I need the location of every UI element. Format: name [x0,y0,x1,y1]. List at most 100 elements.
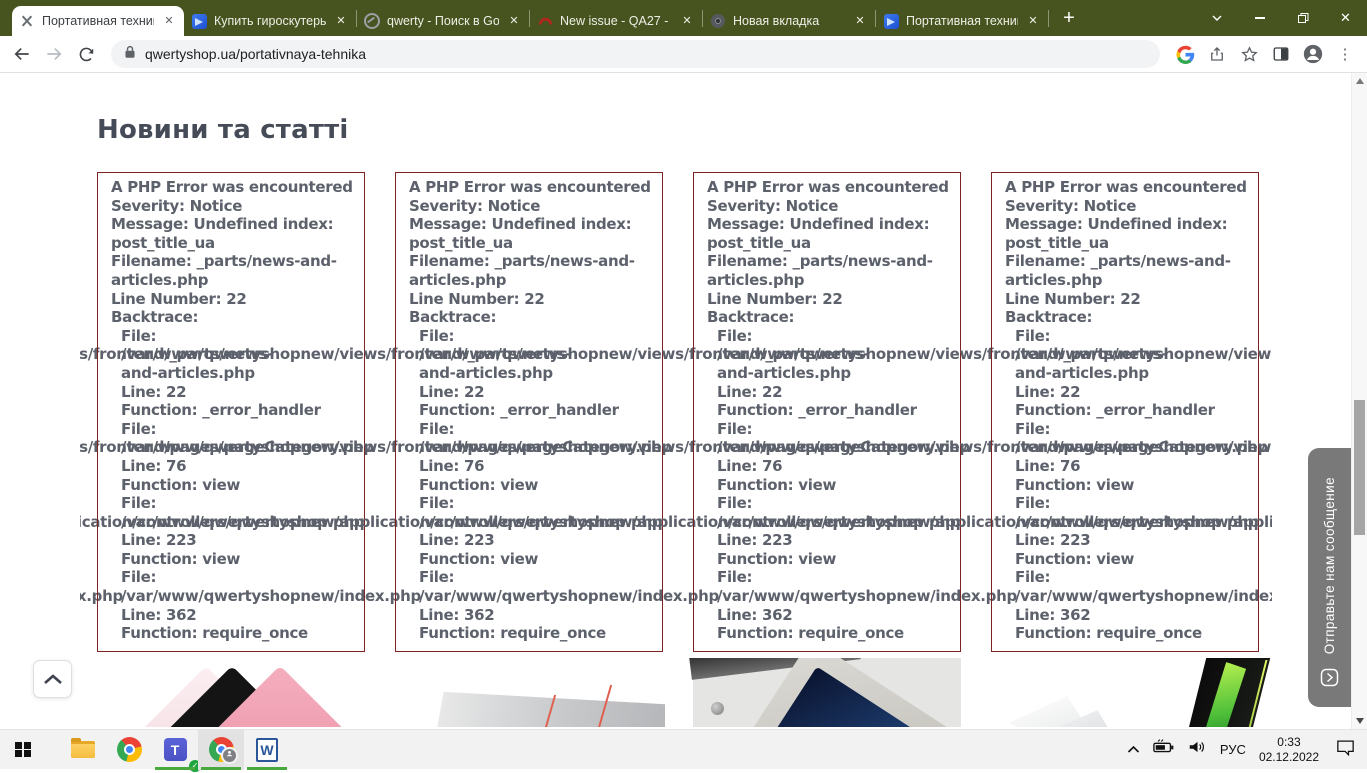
scroll-to-top-button[interactable] [33,660,72,698]
error-line: Line: 76 [121,456,187,475]
windows-logo-icon [15,741,31,758]
start-button[interactable] [0,730,46,770]
clock-time: 0:33 [1277,735,1301,749]
error-line: A PHP Error was encountered [707,178,949,196]
error-card: A PHP Error was encountered Severity: Not… [97,172,672,652]
file-explorer-button[interactable] [60,730,106,770]
error-line: Message: Undefined index: post_title_ua [707,215,930,252]
news-slider-track: A PHP Error was encountered Severity: Not… [80,172,1272,652]
battery-icon[interactable] [1153,739,1175,760]
news-slider-viewport: A PHP Error was encountered Severity: Not… [80,172,1272,652]
teams-button[interactable]: T ✓ [152,730,202,773]
profile-avatar[interactable] [1300,41,1326,67]
browser-toolbar: qwertyshop.ua/portativnaya-tehnika ⋮ [0,36,1367,73]
tab-qwerty-search[interactable]: qwerty - Поиск в Goo ✕ [357,6,529,36]
running-indicator [201,766,241,770]
tab-close-icon[interactable]: ✕ [679,13,695,29]
system-tray: РУС 0:33 02.12.2022 [1127,735,1367,764]
error-line: A PHP Error was encountered [1005,178,1247,196]
teams-icon: T [163,738,187,761]
product-image-ssd-drive[interactable] [689,658,977,727]
address-bar[interactable]: qwertyshop.ua/portativnaya-tehnika [111,40,1160,68]
action-center-icon[interactable] [1336,739,1355,761]
error-line: Line Number: 22 [111,289,247,308]
share-icon[interactable] [1204,41,1230,67]
products-track [80,658,1272,727]
tab-close-icon[interactable]: ✕ [161,13,177,29]
error-line: Line: 76 [1015,456,1081,475]
tab-search-chevron-icon[interactable] [1195,0,1238,36]
close-window-button[interactable]: ✕ [1324,0,1367,36]
new-tab-button[interactable]: + [1055,4,1083,32]
error-line: File: /var/www/qwertyshopnew/application… [121,494,663,531]
language-indicator[interactable]: РУС [1220,742,1246,757]
google-g-icon[interactable] [1172,41,1198,67]
qwertyshop-logo-icon [19,13,35,29]
error-line: Line: 22 [419,382,485,401]
tab-title: Купить гироскутеры в [214,14,326,28]
error-line: Function: view [717,475,837,494]
folder-icon [71,738,95,758]
side-panel-icon[interactable] [1268,41,1294,67]
error-line: Line: 223 [1015,531,1091,550]
error-line: Severity: Notice [111,196,243,215]
page-content: Новини та статті A PHP Error was encount… [0,73,1367,729]
back-button[interactable] [9,41,35,67]
word-button[interactable]: W [244,730,290,770]
product-image-silver-laptop[interactable] [395,658,665,727]
error-line: Line: 22 [121,382,187,401]
error-line: File: /var/www/qwertyshopnew/views/front… [1015,326,1272,382]
scrollbar-up-arrow-icon[interactable] [1356,78,1364,84]
error-line: Function: require_once [717,624,904,643]
bookmark-star-icon[interactable] [1236,41,1262,67]
error-card: A PHP Error was encountered Severity: Not… [991,172,1272,652]
error-line: Backtrace: [409,308,497,327]
forward-button[interactable] [41,41,67,67]
reload-button[interactable] [73,41,99,67]
error-line: File: /var/www/qwertyshopnew/views/front… [419,419,970,457]
error-line: Line: 362 [121,605,197,624]
error-line: Function: require_once [1015,624,1202,643]
tab-title: Новая вкладка [733,14,820,28]
tab-novaya-vkladka[interactable]: Новая вкладка ✕ [703,6,875,36]
redmine-arc-icon [537,13,553,29]
error-line: Function: _error_handler [717,401,917,420]
tray-chevron-icon[interactable] [1127,741,1140,759]
url-text[interactable]: qwertyshop.ua/portativnaya-tehnika [145,46,366,62]
tab-new-issue-qa27[interactable]: New issue - QA27 - Re ✕ [530,6,702,36]
scrollbar-down-arrow-icon[interactable] [1356,718,1364,724]
tab-kupit-giroskutery[interactable]: Купить гироскутеры в ✕ [184,6,356,36]
minimize-button[interactable] [1238,0,1281,36]
menu-dots-icon[interactable]: ⋮ [1332,41,1358,67]
error-line: File: /var/www/qwertyshopnew/views/front… [121,326,571,382]
chat-widget-tab[interactable]: Отправьте нам сообщение [1308,448,1351,707]
product-image-pink-laptops[interactable] [97,658,365,727]
clock[interactable]: 0:33 02.12.2022 [1259,735,1319,764]
error-line: Message: Undefined index: post_title_ua [1005,215,1228,252]
error-line: Line Number: 22 [1005,289,1141,308]
error-line: Function: require_once [419,624,606,643]
scrollbar-thumb[interactable] [1354,400,1365,535]
tab-portativnaya-tehnika-active[interactable]: Портативная техника ✕ [12,6,184,36]
error-line: Message: Undefined index: post_title_ua [111,215,334,252]
error-line: Line: 22 [1015,382,1081,401]
chrome-pinned-button[interactable] [106,730,152,770]
send-message-icon [1320,668,1339,691]
tab-close-icon[interactable]: ✕ [1025,13,1041,29]
error-line: Message: Undefined index: post_title_ua [409,215,632,252]
chrome-icon [116,737,142,762]
error-line: Line Number: 22 [409,289,545,308]
error-card: A PHP Error was encountered Severity: Not… [693,172,1268,652]
product-image-concept-laptop[interactable] [991,658,1271,727]
tab-portativnaya-tehnika-2[interactable]: Портативная техника ✕ [876,6,1048,36]
tab-title: Портативная техника [906,14,1018,28]
volume-icon[interactable] [1188,739,1207,760]
error-line: File: /var/www/qwertyshopnew/index.php [717,568,1017,606]
page-scrollbar[interactable] [1351,73,1367,729]
tab-close-icon[interactable]: ✕ [333,13,349,29]
error-line: Backtrace: [1005,308,1093,327]
chrome-running-button[interactable] [198,729,244,770]
restore-button[interactable] [1281,0,1324,36]
tab-close-icon[interactable]: ✕ [852,13,868,29]
tab-close-icon[interactable]: ✕ [506,13,522,29]
